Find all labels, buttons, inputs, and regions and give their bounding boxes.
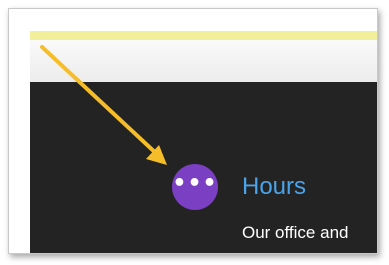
- header-band: [30, 40, 377, 82]
- more-dots-icon: •••: [172, 171, 218, 196]
- section-title: Hours: [242, 173, 307, 200]
- screenshot-frame: ••• Hours Our office and: [8, 8, 378, 254]
- section-body-text: Our office and: [242, 223, 349, 242]
- top-highlight-strip: [30, 31, 377, 40]
- more-options-button[interactable]: •••: [172, 164, 218, 210]
